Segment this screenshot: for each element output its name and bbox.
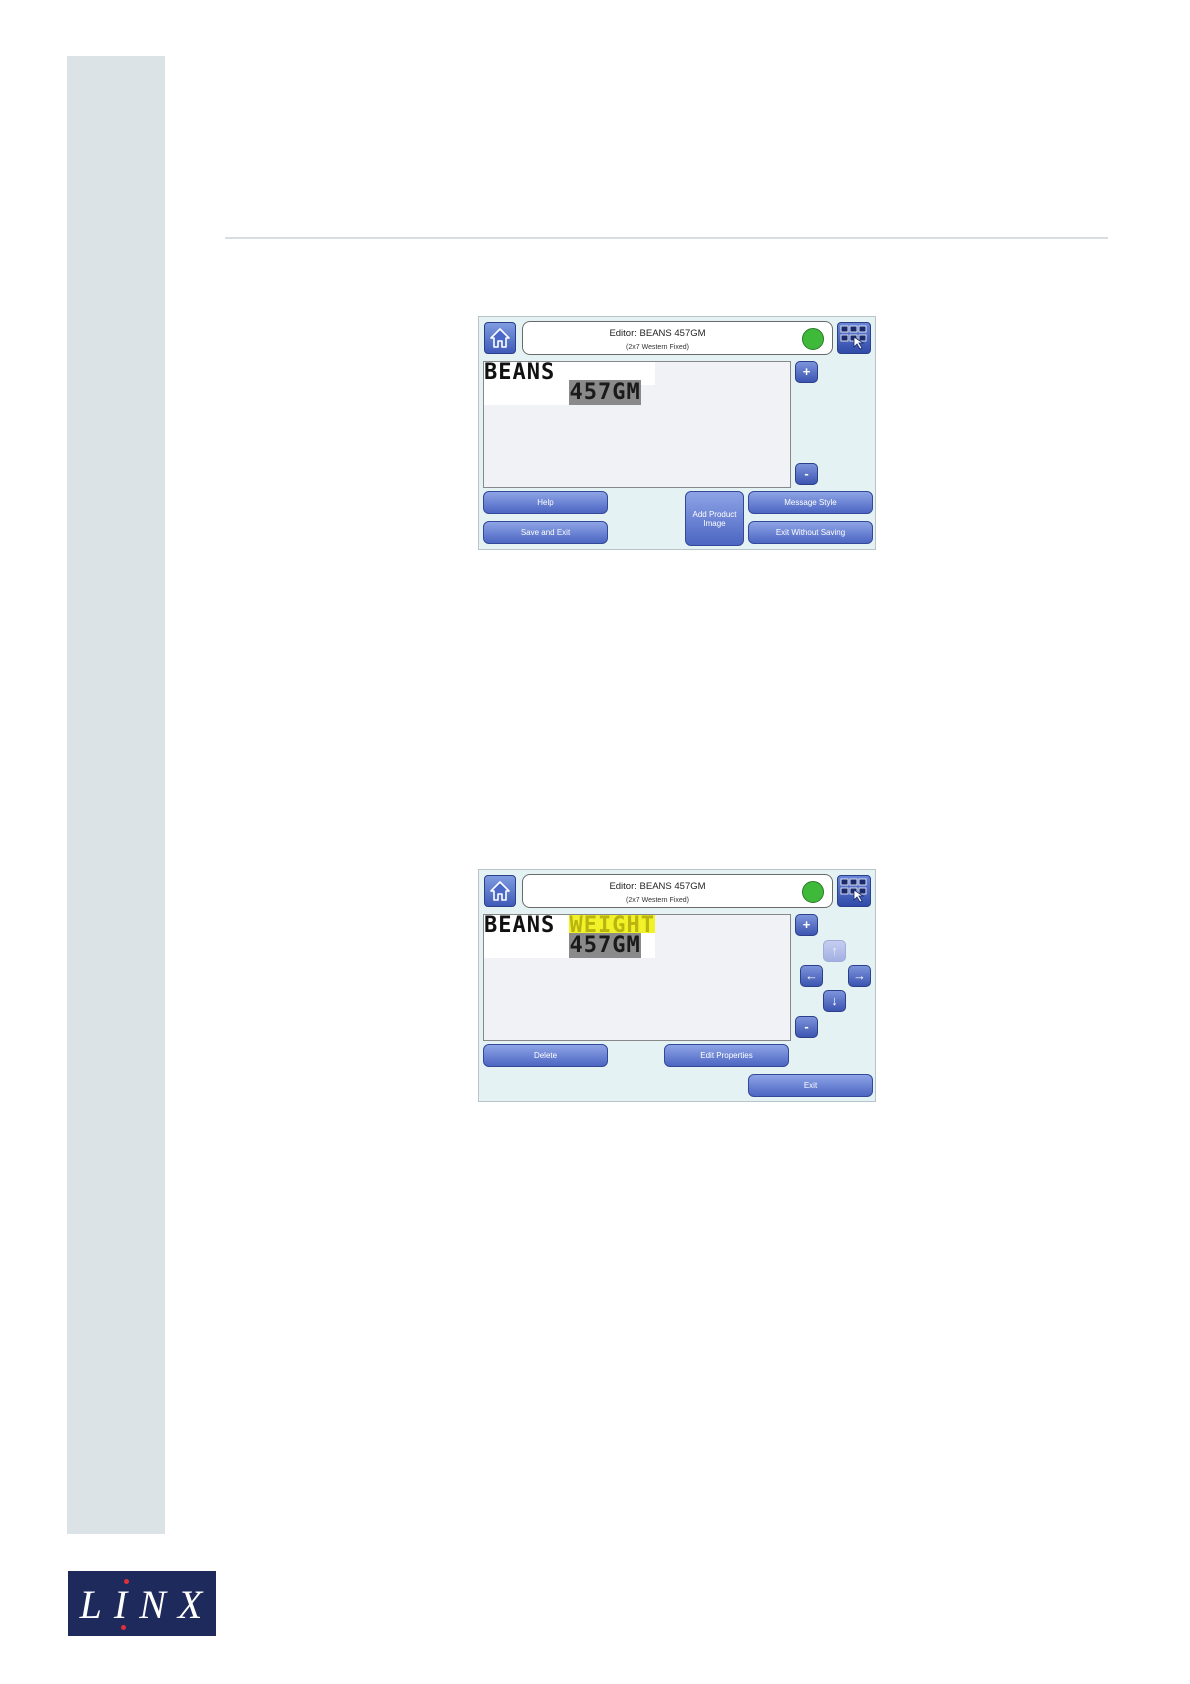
status-indicator [802, 328, 824, 350]
text-field-457gm[interactable]: 457GM [569, 933, 641, 958]
editor-title: Editor: BEANS 457GM [609, 328, 706, 339]
message-line-2: 457GM [484, 933, 655, 958]
status-indicator [802, 881, 824, 903]
logo-dot-top [124, 1579, 129, 1584]
line-2-trailing [640, 933, 655, 958]
arrow-right-button[interactable]: → [848, 965, 871, 987]
home-icon [490, 328, 510, 348]
line-2-padding [484, 933, 570, 958]
message-canvas[interactable]: BEANS WEIGHT 457GM [483, 914, 791, 1041]
arrow-down-button[interactable]: ↓ [823, 990, 846, 1012]
zoom-in-button[interactable]: + [795, 914, 818, 936]
home-button[interactable] [484, 875, 516, 907]
home-button[interactable] [484, 322, 516, 354]
add-product-image-button[interactable]: Add Product Image [685, 491, 744, 546]
editor-screen-2: Editor: BEANS 457GM (2x7 Western Fixed) … [478, 869, 876, 1102]
exit-without-saving-button[interactable]: Exit Without Saving [748, 521, 873, 544]
menu-grid-icon [840, 325, 867, 350]
menu-grid-icon [840, 878, 867, 903]
linx-logo: LINX [68, 1571, 216, 1636]
menu-button[interactable] [837, 875, 871, 907]
edit-properties-button[interactable]: Edit Properties [664, 1044, 789, 1067]
home-icon [490, 881, 510, 901]
help-button[interactable]: Help [483, 491, 608, 514]
logo-wordmark: LINX [79, 1582, 215, 1627]
arrow-left-button[interactable]: ← [800, 965, 823, 987]
message-canvas[interactable]: BEANS 457GM [483, 361, 791, 488]
message-style-button[interactable]: Message Style [748, 491, 873, 514]
message-line-2: 457GM [484, 380, 641, 405]
zoom-in-button[interactable]: + [795, 361, 818, 383]
title-bar: Editor: BEANS 457GM (2x7 Western Fixed) [522, 321, 833, 355]
menu-button[interactable] [837, 322, 871, 354]
title-bar: Editor: BEANS 457GM (2x7 Western Fixed) [522, 874, 833, 908]
logo-dot-bottom [121, 1625, 126, 1630]
zoom-out-button[interactable]: - [795, 1016, 818, 1038]
editor-subtitle: (2x7 Western Fixed) [626, 897, 689, 904]
exit-button[interactable]: Exit [748, 1074, 873, 1097]
arrow-up-button[interactable]: ↑ [823, 940, 846, 962]
editor-screen-1: Editor: BEANS 457GM (2x7 Western Fixed) … [478, 316, 876, 550]
page-sidebar [67, 56, 165, 1534]
zoom-out-button[interactable]: - [795, 463, 818, 485]
save-and-exit-button[interactable]: Save and Exit [483, 521, 608, 544]
delete-button[interactable]: Delete [483, 1044, 608, 1067]
editor-title: Editor: BEANS 457GM [609, 881, 706, 892]
header-rule [225, 237, 1108, 239]
text-field-457gm[interactable]: 457GM [569, 380, 641, 405]
line-2-padding [484, 380, 570, 405]
add-product-image-label: Add Product Image [692, 509, 737, 528]
editor-subtitle: (2x7 Western Fixed) [626, 344, 689, 351]
